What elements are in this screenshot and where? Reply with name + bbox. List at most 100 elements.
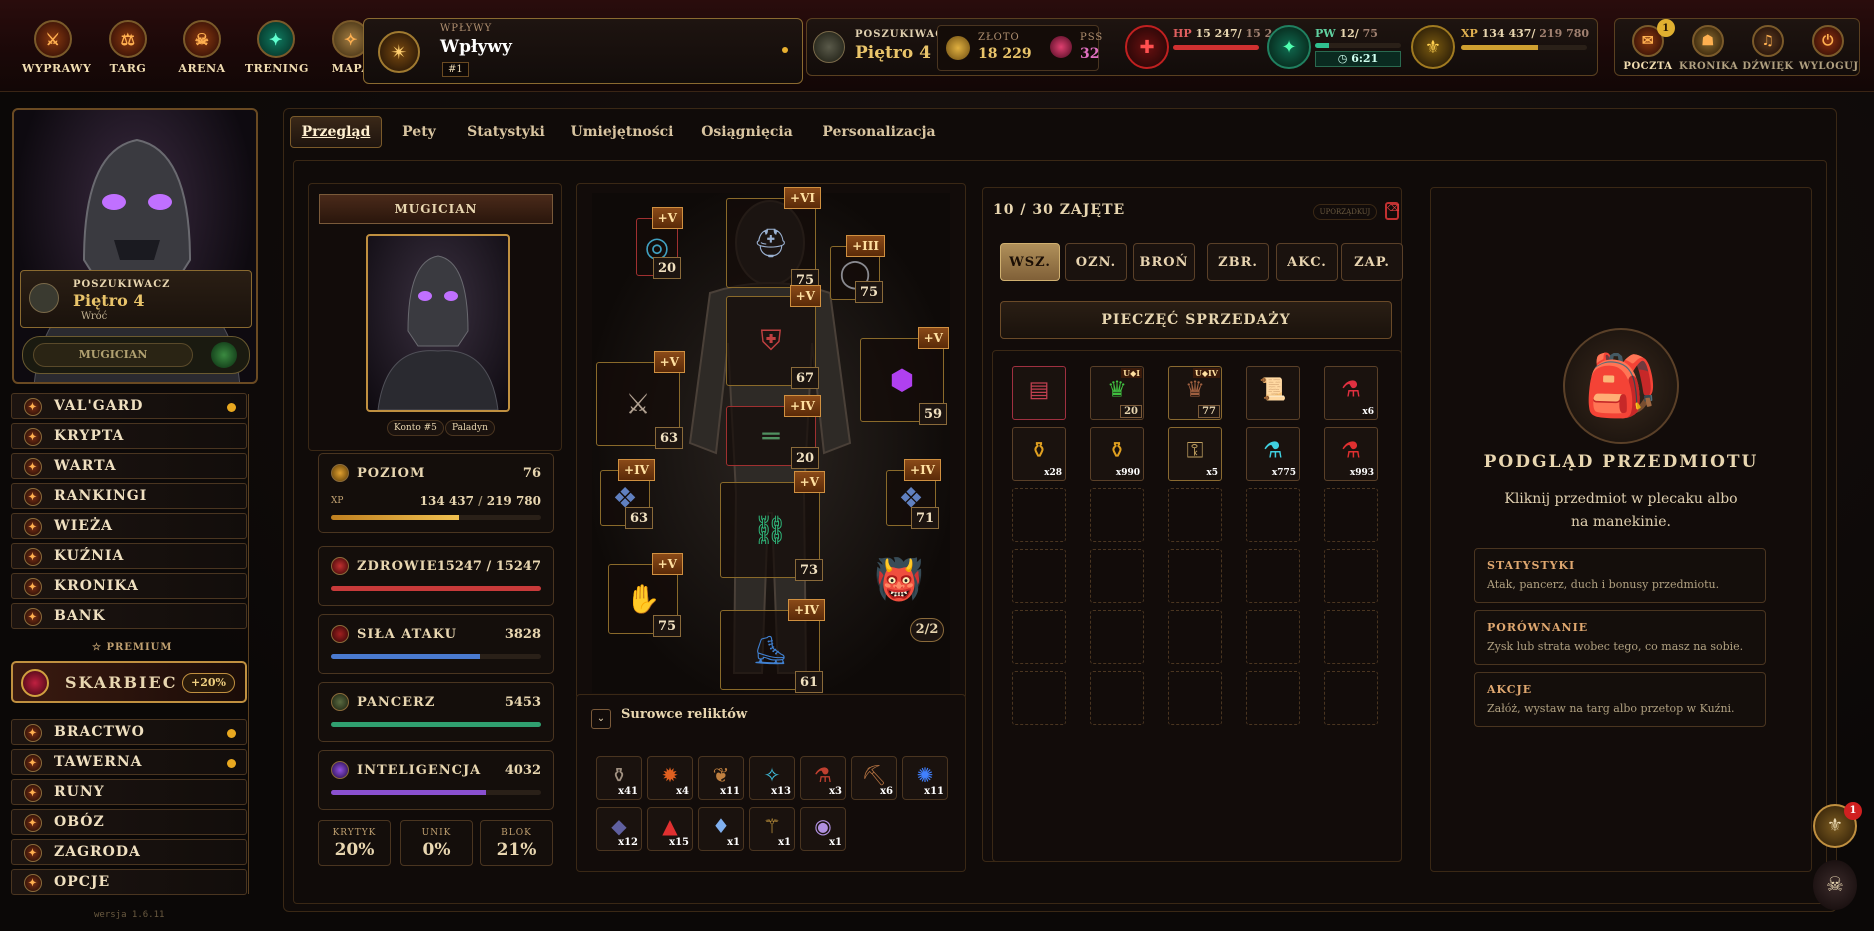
sidebar-item[interactable]: ✦ KRONIKA bbox=[11, 573, 247, 599]
tab-2[interactable]: Statystyki bbox=[458, 116, 554, 148]
preview-card-actions: AKCJE Załóż, wystaw na targ albo przetop … bbox=[1474, 672, 1766, 727]
nav-sound[interactable]: ♫ DŹWIĘK bbox=[1739, 25, 1797, 72]
sidebar-item[interactable]: ✦ RANKINGI bbox=[11, 483, 247, 509]
equip-slot-amulet[interactable]: ◎ +V 20 bbox=[636, 207, 683, 279]
floor-card[interactable]: POSZUKIWACZ Piętro 4 Wróć bbox=[20, 270, 252, 328]
tab-1[interactable]: Pety bbox=[392, 116, 446, 148]
relic-item[interactable]: ✹ x4 bbox=[647, 756, 693, 800]
filter-tab[interactable]: BROŃ bbox=[1133, 243, 1195, 281]
backpack-item[interactable]: ▤ bbox=[1012, 366, 1066, 420]
tab-5[interactable]: Personalizacja bbox=[814, 116, 944, 148]
sort-button[interactable]: UPORZĄDKUJ bbox=[1313, 204, 1377, 220]
nav-mail[interactable]: ✉ POCZTA 1 bbox=[1619, 19, 1677, 72]
sidebar-item[interactable]: ✦ OPCJE bbox=[11, 869, 247, 895]
backpack-empty-slot[interactable] bbox=[1246, 610, 1300, 664]
equip-slot-shield[interactable]: ⬢ +V 59 bbox=[860, 327, 949, 425]
backpack-empty-slot[interactable] bbox=[1012, 671, 1066, 725]
backpack-empty-slot[interactable] bbox=[1168, 549, 1222, 603]
influence-panel[interactable]: ✴ WPŁYWY Wpływy #1 bbox=[363, 18, 803, 84]
relic-item[interactable]: ✺ x11 bbox=[902, 756, 948, 800]
equip-slot-boots[interactable]: ⛸ +IV 61 bbox=[720, 599, 825, 693]
relic-item[interactable]: ❦ x11 bbox=[698, 756, 744, 800]
backpack-empty-slot[interactable] bbox=[1324, 610, 1378, 664]
trash-icon[interactable]: ⌫ bbox=[1385, 202, 1400, 220]
backpack-item[interactable]: ⚗ x775 bbox=[1246, 427, 1300, 481]
sidebar-item[interactable]: ✦ KRYPTA bbox=[11, 423, 247, 449]
sidebar-item[interactable]: ✦ BANK bbox=[11, 603, 247, 629]
backpack-empty-slot[interactable] bbox=[1090, 549, 1144, 603]
backpack-item[interactable]: ⚗ x6 bbox=[1324, 366, 1378, 420]
backpack-item[interactable]: ⚱ x28 bbox=[1012, 427, 1066, 481]
equip-slot-bracer-left[interactable]: ❖ +IV 63 bbox=[600, 459, 655, 529]
backpack-empty-slot[interactable] bbox=[1090, 488, 1144, 542]
backpack-empty-slot[interactable] bbox=[1168, 671, 1222, 725]
sidebar-item[interactable]: ✦ RUNY bbox=[11, 779, 247, 805]
sidebar-item[interactable]: ✦ OBÓZ bbox=[11, 809, 247, 835]
backpack-item[interactable]: ♛ 20 U◆I bbox=[1090, 366, 1144, 420]
backpack-empty-slot[interactable] bbox=[1168, 610, 1222, 664]
backpack-empty-slot[interactable] bbox=[1090, 671, 1144, 725]
tab-4[interactable]: Osiągnięcia bbox=[690, 116, 804, 148]
equip-slot-helmet[interactable]: ⛑ +VI 75 bbox=[726, 187, 821, 291]
tab-0[interactable]: Przegląd bbox=[290, 116, 382, 148]
backpack-empty-slot[interactable] bbox=[1246, 549, 1300, 603]
relic-item[interactable]: ✧ x13 bbox=[749, 756, 795, 800]
backpack-empty-slot[interactable] bbox=[1012, 610, 1066, 664]
filter-tab[interactable]: AKC. bbox=[1276, 243, 1338, 281]
backpack-empty-slot[interactable] bbox=[1324, 549, 1378, 603]
nav-arena[interactable]: ☠ ARENA bbox=[171, 20, 233, 75]
filter-tab[interactable]: ZBR. bbox=[1207, 243, 1269, 281]
treasury-button[interactable]: SKARBIEC +20% bbox=[11, 661, 247, 703]
equip-slot-weapon[interactable]: ⚔ +V 63 bbox=[596, 351, 685, 449]
relic-item[interactable]: ⛏ x6 bbox=[851, 756, 897, 800]
backpack-item[interactable]: ⚿ x5 bbox=[1168, 427, 1222, 481]
nav-expeditions[interactable]: ⚔ WYPRAWY bbox=[22, 20, 91, 75]
filter-tab[interactable]: OZN. bbox=[1065, 243, 1127, 281]
sale-seal-button[interactable]: PIECZĘĆ SPRZEDAŻY bbox=[1000, 301, 1392, 339]
backpack-item[interactable]: ⚱ x990 bbox=[1090, 427, 1144, 481]
relic-item[interactable]: ⚚ x1 bbox=[749, 807, 795, 851]
pet-icon[interactable]: 👹 bbox=[874, 556, 924, 626]
sidebar-item[interactable]: ✦ WIEŻA bbox=[11, 513, 247, 539]
backpack-empty-slot[interactable] bbox=[1012, 488, 1066, 542]
backpack-item[interactable]: 📜 bbox=[1246, 366, 1300, 420]
backpack-item[interactable]: ♛ 77 U◆IV bbox=[1168, 366, 1222, 420]
filter-tab[interactable]: ZAP. bbox=[1341, 243, 1403, 281]
nav-chronicle[interactable]: ☗ KRONIKA bbox=[1679, 25, 1738, 72]
equip-slot-chest[interactable]: ⛨ +V 67 bbox=[726, 285, 821, 389]
equip-slot-gloves[interactable]: ✋ +V 75 bbox=[608, 553, 683, 637]
nav-training[interactable]: ✦ TRENING bbox=[245, 20, 308, 75]
relic-item[interactable]: ⚱ x41 bbox=[596, 756, 642, 800]
backpack-item[interactable]: ⚗ x993 bbox=[1324, 427, 1378, 481]
equip-slot-bracer-right[interactable]: ❖ +IV 71 bbox=[886, 459, 941, 529]
backpack-empty-slot[interactable] bbox=[1012, 549, 1066, 603]
tab-3[interactable]: Umiejętności bbox=[566, 116, 678, 148]
nav-logout[interactable]: ⏻ WYLOGUJ bbox=[1799, 25, 1858, 72]
backpack-empty-slot[interactable] bbox=[1090, 610, 1144, 664]
equip-slot-belt[interactable]: ═ +IV 20 bbox=[726, 395, 821, 469]
relic-item[interactable]: ⚗ x3 bbox=[800, 756, 846, 800]
sidebar-scrollbar[interactable] bbox=[248, 394, 256, 894]
relic-item[interactable]: ◉ x1 bbox=[800, 807, 846, 851]
backpack-empty-slot[interactable] bbox=[1324, 488, 1378, 542]
backpack-empty-slot[interactable] bbox=[1246, 671, 1300, 725]
relic-item[interactable]: ♦ x1 bbox=[698, 807, 744, 851]
equip-slot-legs[interactable]: ⛓ +V 73 bbox=[720, 471, 825, 581]
relic-item[interactable]: ◆ x12 bbox=[596, 807, 642, 851]
equip-slot-ring[interactable]: ◯ +III 75 bbox=[830, 235, 885, 303]
backpack-empty-slot[interactable] bbox=[1246, 488, 1300, 542]
sidebar-item[interactable]: ✦ WARTA bbox=[11, 453, 247, 479]
name-plate[interactable]: MUGICIAN bbox=[22, 336, 250, 374]
sidebar-item[interactable]: ✦ BRACTWO bbox=[11, 719, 247, 745]
backpack-empty-slot[interactable] bbox=[1168, 488, 1222, 542]
back-link[interactable]: Wróć bbox=[81, 311, 107, 322]
sidebar-item[interactable]: ✦ TAWERNA bbox=[11, 749, 247, 775]
collapse-toggle[interactable]: ⌄ bbox=[591, 709, 611, 729]
sidebar-item[interactable]: ✦ KUŹNIA bbox=[11, 543, 247, 569]
sidebar-item[interactable]: ✦ ZAGRODA bbox=[11, 839, 247, 865]
relic-item[interactable]: ▲ x15 bbox=[647, 807, 693, 851]
nav-market[interactable]: ⚖ TARG bbox=[97, 20, 159, 75]
backpack-empty-slot[interactable] bbox=[1324, 671, 1378, 725]
filter-tab[interactable]: WSZ. bbox=[1000, 243, 1060, 281]
sidebar-item[interactable]: ✦ VAL'GARD bbox=[11, 393, 247, 419]
